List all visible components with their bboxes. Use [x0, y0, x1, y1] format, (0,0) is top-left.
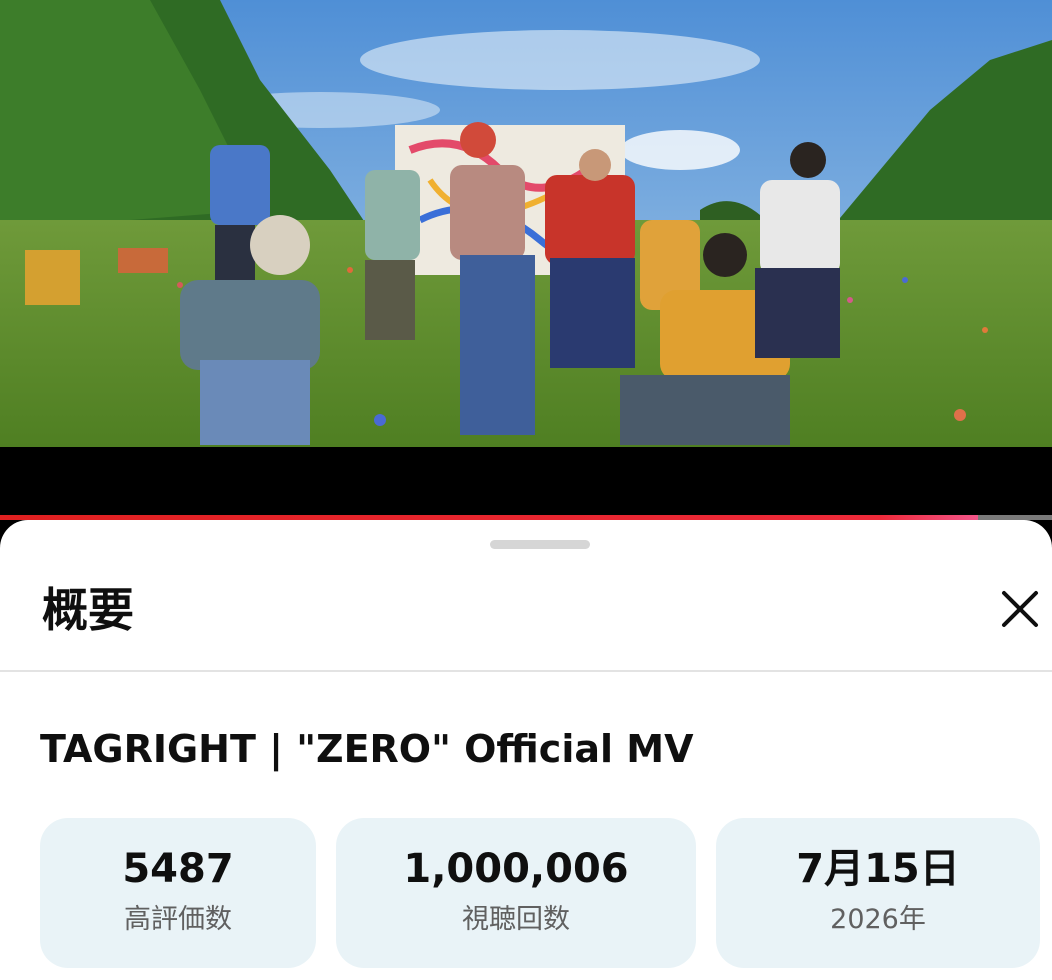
description-panel: 概要 TAGRIGHT | "ZERO" Official MV 5487 高評… [0, 520, 1052, 980]
divider [0, 670, 1052, 672]
views-stat: 1,000,006 視聴回数 [336, 818, 696, 968]
likes-count: 5487 [122, 846, 234, 892]
likes-label: 高評価数 [124, 904, 232, 935]
views-count: 1,000,006 [403, 846, 629, 892]
likes-stat: 5487 高評価数 [40, 818, 316, 968]
panel-title: 概要 [42, 583, 134, 637]
video-title: TAGRIGHT | "ZERO" Official MV [40, 727, 694, 771]
close-icon [1002, 591, 1038, 627]
drag-handle[interactable] [490, 540, 590, 549]
date-stat: 7月15日 2026年 [716, 818, 1040, 968]
close-button[interactable] [994, 583, 1046, 635]
upload-year: 2026年 [830, 904, 926, 935]
views-label: 視聴回数 [462, 904, 570, 935]
video-frame[interactable] [0, 0, 1052, 447]
video-letterbox [0, 447, 1052, 517]
music-video-frame-image [0, 0, 1052, 447]
upload-date: 7月15日 [796, 846, 960, 892]
